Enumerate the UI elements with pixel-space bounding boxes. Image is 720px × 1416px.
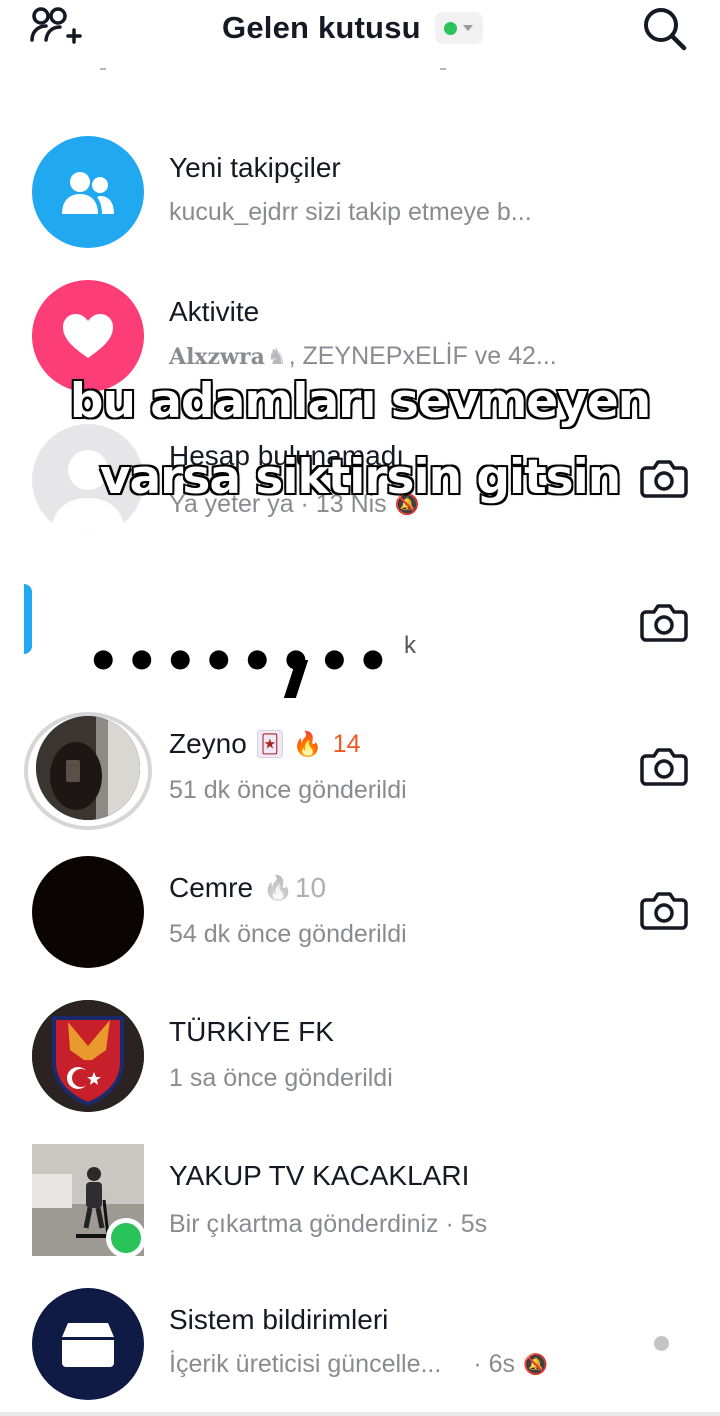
fire-icon: 🔥 — [263, 874, 293, 902]
zeyno-title: Zeyno — [169, 728, 247, 759]
row-subtitle: İçerik üreticisi güncelle... · 6s 🔕 — [169, 1350, 548, 1379]
people-icon — [62, 172, 114, 214]
overlay-caption-line-2: varsa siktirsin gitsin — [98, 449, 622, 507]
row-subtitle: 51 dk önce gönderildi — [169, 776, 407, 804]
row-subtitle: 1 sa önce gönderildi — [169, 1064, 393, 1092]
row-title: Cemre 🔥 10 — [169, 872, 326, 904]
system-avatar — [32, 1288, 144, 1400]
title-wrap: Gelen kutusu — [222, 8, 483, 48]
obscured-avatar-edge — [24, 584, 32, 654]
chevron-down-icon — [463, 25, 474, 31]
inbox-tray-icon — [62, 1323, 114, 1367]
inbox-screen: Gelen kutusu Yeni takipçiler kucuk_ejdrr… — [0, 0, 720, 1416]
unread-dot — [654, 1336, 669, 1351]
unicorn-icon: ♞ — [266, 343, 287, 369]
scroll-stub — [100, 64, 106, 70]
system-time: · 6s — [473, 1350, 516, 1378]
page-title: Gelen kutusu — [222, 10, 421, 45]
row-title: Aktivite — [169, 296, 259, 328]
row-subtitle: Alxzwra ♞ , ZEYNEPxELİF ve 42... — [169, 342, 557, 371]
system-title: Sistem bildirimleri — [169, 1304, 389, 1335]
row-title: YAKUP TV KACAKLARI — [169, 1160, 469, 1192]
row-title: Zeyno 🃏 🔥 14 — [169, 728, 361, 760]
joker-card-icon: 🃏 — [256, 730, 283, 758]
heart-icon — [63, 314, 113, 358]
camera-icon[interactable] — [640, 890, 688, 930]
activity-title: Aktivite — [169, 296, 260, 327]
followers-title: Yeni takipçiler — [169, 152, 341, 183]
activity-user-name: Alxzwra — [169, 343, 265, 370]
zeyno-avatar — [36, 716, 140, 820]
streak-count: 10 — [294, 872, 327, 903]
row-title: Sistem bildirimleri — [169, 1304, 388, 1336]
header: Gelen kutusu — [0, 0, 720, 56]
camera-icon[interactable] — [640, 602, 688, 642]
streak-count: 14 — [332, 729, 361, 758]
online-status-dot — [444, 21, 458, 35]
search-icon[interactable] — [640, 4, 688, 52]
row-subtitle: 54 dk önce gönderildi — [169, 920, 407, 948]
row-subtitle: kucuk_ejdrr sizi takip etmeye b... — [169, 198, 532, 226]
row-subtitle: Bir çıkartma gönderdiniz · 5s — [169, 1210, 488, 1238]
scroll-stub — [440, 64, 446, 70]
status-dropdown[interactable] — [434, 12, 483, 44]
turkiye-fk-avatar — [32, 1000, 144, 1112]
cemre-title: Cemre — [169, 872, 254, 903]
online-indicator — [106, 1218, 146, 1258]
cemre-avatar — [32, 856, 144, 968]
overlay-dots: •••••••• — [86, 630, 395, 693]
row-title: TÜRKİYE FK — [169, 1016, 334, 1048]
activity-subtitle-rest: , ZEYNEPxELİF ve 42... — [288, 342, 557, 370]
system-subtitle: İçerik üreticisi güncelle... — [169, 1350, 442, 1378]
obscured-text: k — [404, 632, 416, 659]
add-friends-icon[interactable] — [30, 6, 82, 46]
followers-avatar — [32, 136, 144, 248]
camera-icon[interactable] — [640, 746, 688, 786]
bottom-divider — [0, 1412, 720, 1416]
row-title: Yeni takipçiler — [169, 152, 341, 184]
fire-icon: 🔥 — [292, 730, 323, 758]
turkiye-fk-title: TÜRKİYE FK — [169, 1016, 334, 1047]
overlay-caption-line-1: bu adamları sevmeyen — [68, 373, 652, 431]
muted-bell-icon: 🔕 — [523, 1354, 548, 1376]
yakup-tv-title: YAKUP TV KACAKLARI — [169, 1160, 470, 1191]
